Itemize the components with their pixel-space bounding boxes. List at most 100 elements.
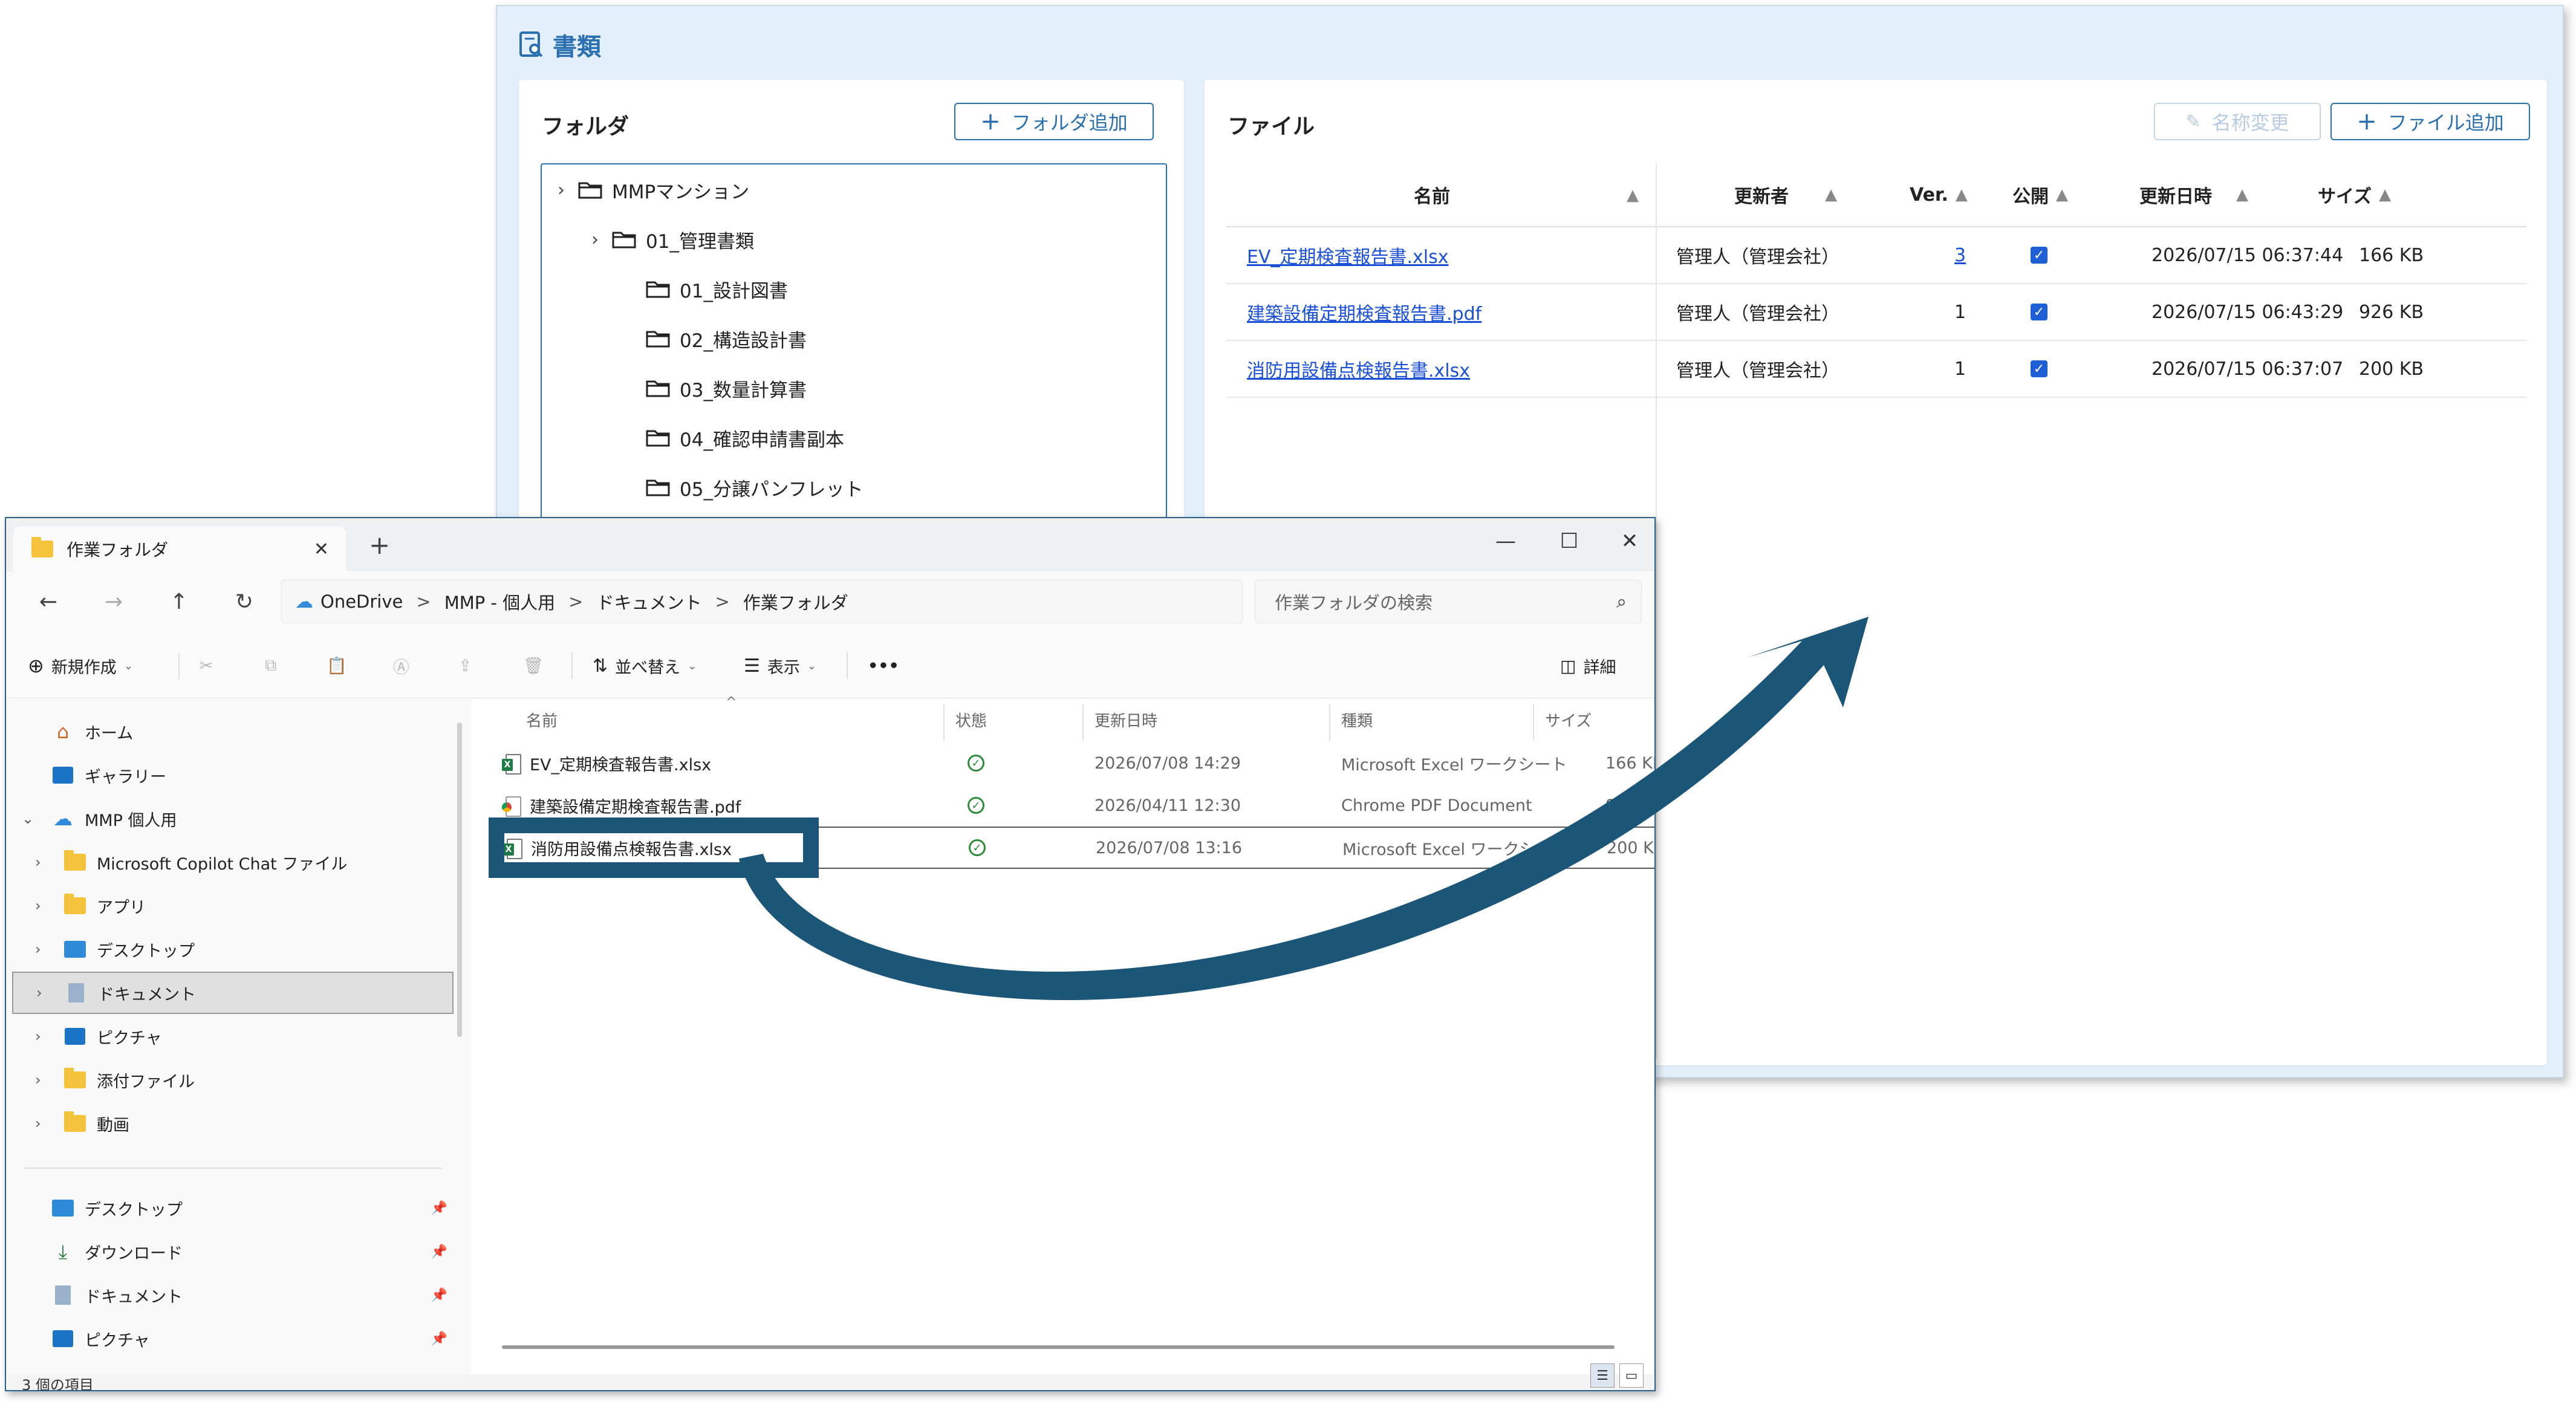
chevron-right-icon[interactable]: › (553, 180, 570, 201)
chevron-right-icon[interactable]: › (35, 941, 41, 958)
public-checkbox[interactable]: ✓ (2031, 284, 2047, 340)
back-arrow-icon[interactable]: ← (30, 586, 67, 617)
chevron-right-icon[interactable]: › (36, 984, 42, 1001)
col-status-header[interactable]: 状態 (955, 704, 987, 735)
checkbox-checked-icon[interactable]: ✓ (2031, 304, 2047, 320)
col-updater-header[interactable]: 更新者 ▲ (1734, 163, 1837, 226)
column-divider[interactable] (943, 704, 945, 741)
file-name[interactable]: EV_定期検査報告書.xlsx (1247, 242, 1449, 268)
new-button[interactable]: ⊕ 新規作成 ⌄ (28, 650, 133, 681)
new-tab-button[interactable]: + (369, 530, 390, 560)
sort-button[interactable]: ⇅ 並べ替え ⌄ (593, 650, 697, 681)
tree-item[interactable]: › MMPマンション (553, 172, 749, 208)
col-modified-header[interactable]: 更新日時 (1094, 704, 1157, 735)
col-ver-header[interactable]: Ver. ▲ (1910, 163, 1968, 226)
cut-icon[interactable]: ✂ (200, 650, 213, 681)
nav-item[interactable]: › ドキュメント (12, 972, 454, 1014)
nav-item[interactable]: › 動画 (12, 1102, 454, 1145)
col-updated-header[interactable]: 更新日時 ▲ (2139, 163, 2248, 226)
forward-arrow-icon[interactable]: → (96, 586, 132, 617)
pin-icon[interactable]: 📌 (431, 1288, 447, 1303)
nav-item[interactable]: ドキュメント 📌 (12, 1274, 454, 1316)
rename-icon[interactable]: Ⓐ (393, 650, 409, 681)
nav-item[interactable]: ピクチャ 📌 (12, 1318, 454, 1360)
close-window-button[interactable]: ✕ (1605, 523, 1654, 559)
nav-item[interactable]: ⌄ ☁ MMP 個人用 (12, 798, 454, 840)
pin-icon[interactable]: 📌 (431, 1331, 447, 1347)
breadcrumb-item[interactable]: OneDrive (320, 591, 403, 612)
add-file-button[interactable]: + ファイル追加 (2330, 103, 2530, 140)
checkbox-checked-icon[interactable]: ✓ (2031, 360, 2047, 377)
tree-item[interactable]: › 01_管理書類 (587, 221, 754, 258)
tree-item[interactable]: 04_確認申請書副本 (620, 420, 844, 456)
refresh-icon[interactable]: ↻ (226, 586, 262, 617)
maximize-button[interactable]: ☐ (1545, 523, 1593, 559)
file-name[interactable]: 消防用設備点検報告書.xlsx (1247, 356, 1470, 382)
search-input[interactable]: 作業フォルダの検索 ⌕ (1255, 580, 1642, 623)
tree-item[interactable]: 03_数量計算書 (620, 370, 807, 406)
nav-item[interactable]: デスクトップ 📌 (12, 1187, 454, 1229)
pin-icon[interactable]: 📌 (431, 1201, 447, 1216)
more-options-button[interactable]: ••• (868, 650, 899, 681)
column-divider[interactable] (1329, 704, 1330, 741)
breadcrumb-item[interactable]: MMP - 個人用 (444, 589, 555, 614)
folder-icon (63, 850, 87, 872)
chevron-down-icon[interactable]: ⌄ (22, 810, 34, 827)
add-folder-button[interactable]: + フォルダ追加 (954, 103, 1154, 140)
col-name-header[interactable]: 名前 (526, 704, 558, 735)
nav-item[interactable]: › ピクチャ (12, 1015, 454, 1058)
col-size-header[interactable]: サイズ (1545, 704, 1592, 735)
nav-item[interactable]: ⌂ ホーム (12, 710, 454, 753)
col-public-header[interactable]: 公開 ▲ (2012, 163, 2068, 226)
tree-item[interactable]: 01_設計図書 (620, 271, 788, 307)
file-name-link[interactable]: 建築設備定期検査報告書.pdf (1247, 284, 1482, 340)
delete-icon[interactable]: 🗑 (523, 650, 544, 681)
col-type-header[interactable]: 種類 (1341, 704, 1373, 735)
chevron-right-icon[interactable]: › (35, 1071, 41, 1088)
nav-item[interactable]: › 添付ファイル (12, 1059, 454, 1101)
paste-icon[interactable]: 📋 (327, 650, 347, 681)
view-button[interactable]: ☰ 表示 ⌄ (744, 650, 816, 681)
pin-icon[interactable]: 📌 (431, 1244, 447, 1259)
rename-button[interactable]: ✎ 名称変更 (2154, 103, 2321, 140)
details-button[interactable]: ◫ 詳細 (1560, 650, 1616, 681)
chevron-right-icon[interactable]: › (587, 229, 603, 250)
tiles-view-icon[interactable]: ▭ (1619, 1363, 1644, 1388)
column-divider[interactable] (1082, 704, 1084, 741)
breadcrumb-item[interactable]: ドキュメント (596, 589, 701, 614)
col-size-header[interactable]: サイズ ▲ (2318, 163, 2391, 226)
breadcrumb[interactable]: ☁ OneDrive > MMP - 個人用 > ドキュメント > 作業フォルダ (281, 580, 1243, 623)
copy-icon[interactable]: ⧉ (265, 650, 276, 681)
details-view-icon[interactable]: ☰ (1590, 1363, 1615, 1388)
tab-work-folder[interactable]: 作業フォルダ ✕ (13, 527, 346, 571)
tree-item[interactable]: 02_構造設計書 (620, 320, 807, 357)
sort-icon[interactable]: ▲ (1627, 186, 1639, 204)
version-cell[interactable]: 3 (1954, 227, 1966, 283)
public-checkbox[interactable]: ✓ (2031, 341, 2047, 397)
minimize-button[interactable]: — (1482, 523, 1530, 559)
chevron-right-icon[interactable]: › (35, 1115, 41, 1132)
horizontal-scrollbar[interactable] (502, 1345, 1615, 1349)
file-name-link[interactable]: 消防用設備点検報告書.xlsx (1247, 341, 1470, 397)
file-row[interactable]: EV_定期検査報告書.xlsx ✓ 2026/07/08 14:29 Microsof… (490, 742, 1654, 784)
col-name-header[interactable]: 名前 (1414, 163, 1450, 226)
checkbox-checked-icon[interactable]: ✓ (2031, 247, 2047, 264)
file-name[interactable]: 建築設備定期検査報告書.pdf (1247, 299, 1482, 325)
chevron-right-icon[interactable]: › (35, 854, 41, 871)
close-tab-icon[interactable]: ✕ (314, 539, 329, 560)
nav-item[interactable]: ギャラリー (12, 754, 454, 796)
breadcrumb-item[interactable]: 作業フォルダ (743, 589, 848, 614)
nav-scrollbar[interactable] (457, 723, 462, 1037)
chevron-right-icon[interactable]: › (35, 1028, 41, 1045)
nav-item[interactable]: › デスクトップ (12, 928, 454, 970)
share-icon[interactable]: ⇪ (458, 650, 472, 681)
chevron-right-icon[interactable]: › (35, 897, 41, 914)
public-checkbox[interactable]: ✓ (2031, 227, 2047, 283)
file-name-link[interactable]: EV_定期検査報告書.xlsx (1247, 227, 1449, 283)
nav-item[interactable]: ⤓ ダウンロード 📌 (12, 1230, 454, 1273)
nav-item[interactable]: › アプリ (12, 885, 454, 927)
tree-item[interactable]: 05_分譲パンフレット (620, 469, 864, 505)
nav-item[interactable]: › Microsoft Copilot Chat ファイル (12, 841, 454, 883)
up-arrow-icon[interactable]: ↑ (161, 586, 197, 617)
column-divider[interactable] (1533, 704, 1534, 741)
